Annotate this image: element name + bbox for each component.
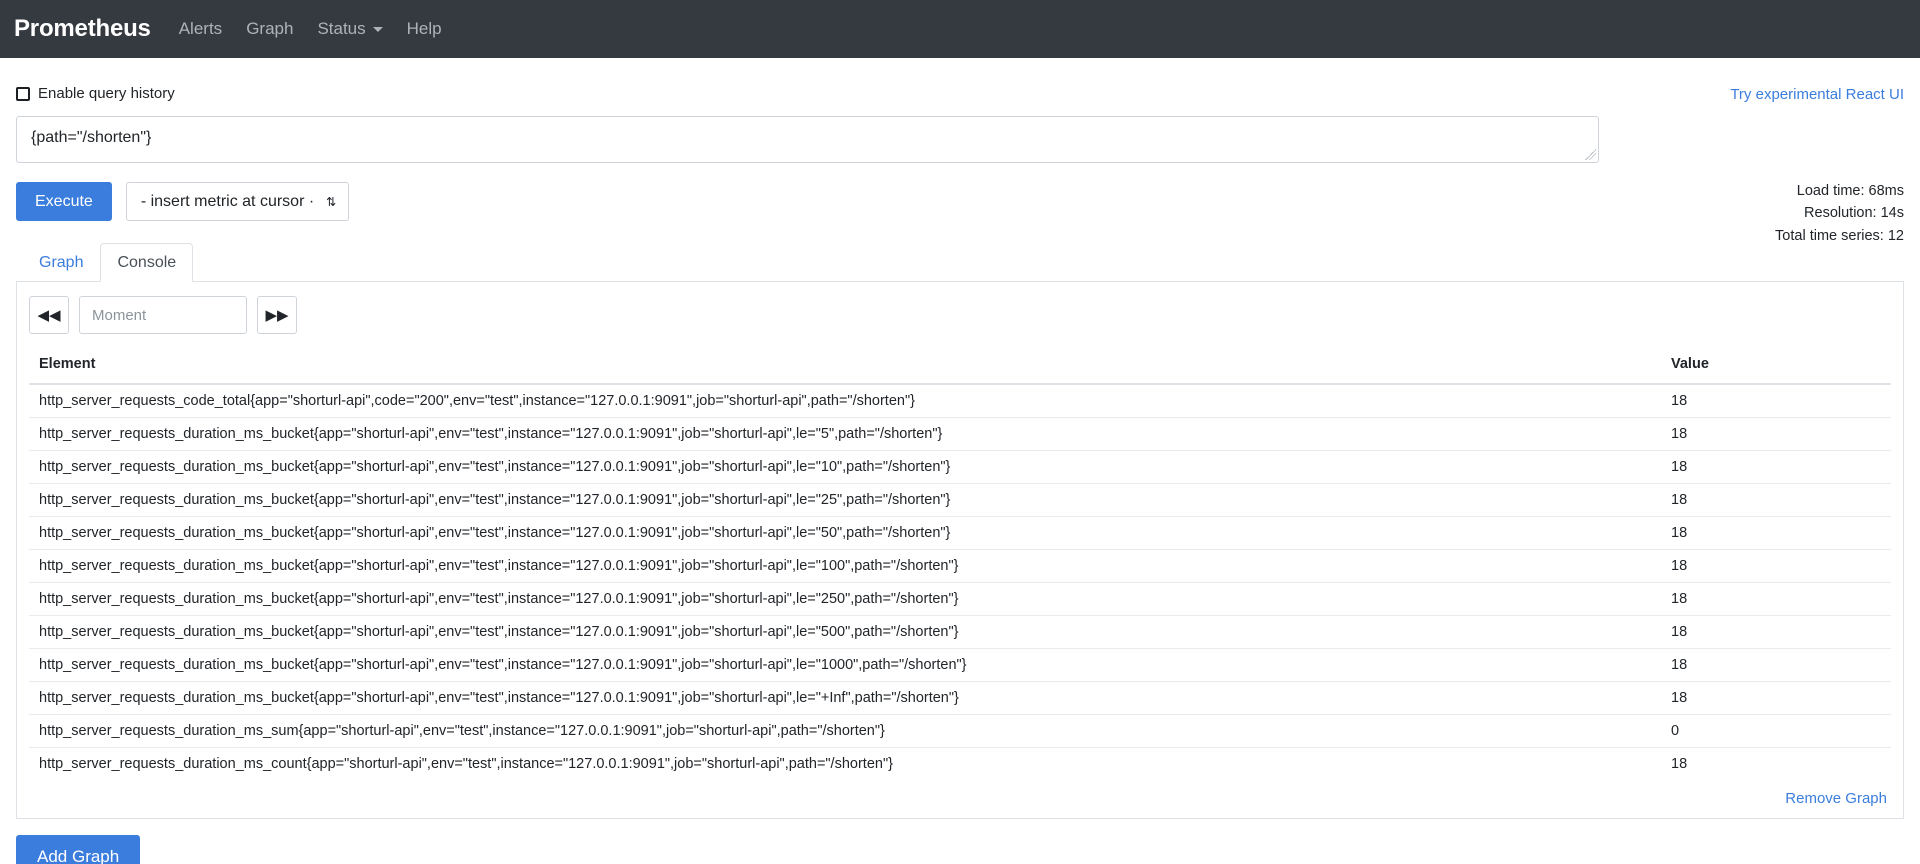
cell-value: 18 bbox=[1661, 484, 1891, 517]
nav-item-help-label: Help bbox=[407, 19, 442, 39]
insert-metric-select[interactable]: - insert metric at cursor · ⇅ bbox=[126, 182, 349, 221]
table-row: http_server_requests_duration_ms_bucket{… bbox=[29, 451, 1891, 484]
cell-element: http_server_requests_duration_ms_bucket{… bbox=[29, 550, 1661, 583]
add-graph-button[interactable]: Add Graph bbox=[16, 835, 140, 864]
nav-item-help[interactable]: Help bbox=[407, 19, 442, 39]
cell-element: http_server_requests_duration_ms_bucket{… bbox=[29, 517, 1661, 550]
navbar: Prometheus Alerts Graph Status Help bbox=[0, 0, 1920, 58]
cell-element: http_server_requests_duration_ms_bucket{… bbox=[29, 484, 1661, 517]
cell-value: 18 bbox=[1661, 451, 1891, 484]
brand-prometheus[interactable]: Prometheus bbox=[14, 15, 151, 43]
page-body: Enable query history Try experimental Re… bbox=[0, 58, 1920, 864]
remove-graph-row: Remove Graph bbox=[29, 780, 1891, 808]
resolution-text: Resolution: 14s bbox=[1775, 202, 1904, 224]
results-table-body: http_server_requests_code_total{app="sho… bbox=[29, 384, 1891, 780]
cell-value: 18 bbox=[1661, 517, 1891, 550]
tab-console[interactable]: Console bbox=[100, 243, 193, 282]
insert-metric-select-label: - insert metric at cursor · bbox=[141, 193, 314, 210]
top-controls-row: Enable query history Try experimental Re… bbox=[16, 58, 1904, 102]
enable-query-history-checkbox[interactable] bbox=[16, 87, 30, 101]
execute-row: Execute - insert metric at cursor · ⇅ bbox=[16, 182, 1904, 221]
chevron-down-icon bbox=[373, 27, 383, 32]
cell-value: 18 bbox=[1661, 550, 1891, 583]
cell-value: 0 bbox=[1661, 715, 1891, 748]
table-row: http_server_requests_duration_ms_bucket{… bbox=[29, 418, 1891, 451]
cell-value: 18 bbox=[1661, 616, 1891, 649]
nav-item-alerts[interactable]: Alerts bbox=[179, 19, 222, 39]
table-row: http_server_requests_duration_ms_bucket{… bbox=[29, 616, 1891, 649]
cell-element: http_server_requests_duration_ms_bucket{… bbox=[29, 616, 1661, 649]
results-header-row: Element Value bbox=[29, 352, 1891, 384]
table-row: http_server_requests_duration_ms_bucket{… bbox=[29, 484, 1891, 517]
nav-item-alerts-label: Alerts bbox=[179, 19, 222, 39]
nav-item-status[interactable]: Status bbox=[317, 19, 382, 39]
execute-button[interactable]: Execute bbox=[16, 182, 112, 221]
table-row: http_server_requests_duration_ms_bucket{… bbox=[29, 583, 1891, 616]
cell-element: http_server_requests_duration_ms_sum{app… bbox=[29, 715, 1661, 748]
cell-value: 18 bbox=[1661, 418, 1891, 451]
select-updown-icon: ⇅ bbox=[326, 196, 336, 208]
query-stats: Load time: 68ms Resolution: 14s Total ti… bbox=[1775, 180, 1904, 247]
cell-element: http_server_requests_duration_ms_bucket{… bbox=[29, 682, 1661, 715]
cell-value: 18 bbox=[1661, 583, 1891, 616]
remove-graph-link[interactable]: Remove Graph bbox=[1785, 790, 1887, 807]
step-forward-icon[interactable]: ▶▶ bbox=[257, 296, 297, 334]
enable-query-history-control[interactable]: Enable query history bbox=[16, 85, 175, 102]
cell-value: 18 bbox=[1661, 384, 1891, 418]
total-time-series-text: Total time series: 12 bbox=[1775, 225, 1904, 247]
nav-item-status-label: Status bbox=[317, 19, 365, 39]
load-time-text: Load time: 68ms bbox=[1775, 180, 1904, 202]
results-table: Element Value http_server_requests_code_… bbox=[29, 352, 1891, 780]
table-row: http_server_requests_duration_ms_bucket{… bbox=[29, 682, 1891, 715]
nav-item-graph-label: Graph bbox=[246, 19, 293, 39]
moment-input[interactable] bbox=[79, 296, 247, 334]
column-header-value: Value bbox=[1661, 352, 1891, 384]
table-row: http_server_requests_duration_ms_count{a… bbox=[29, 748, 1891, 781]
step-backward-icon[interactable]: ◀◀ bbox=[29, 296, 69, 334]
cell-element: http_server_requests_duration_ms_bucket{… bbox=[29, 583, 1661, 616]
table-row: http_server_requests_duration_ms_bucket{… bbox=[29, 517, 1891, 550]
results-table-head: Element Value bbox=[29, 352, 1891, 384]
table-row: http_server_requests_code_total{app="sho… bbox=[29, 384, 1891, 418]
table-row: http_server_requests_duration_ms_bucket{… bbox=[29, 649, 1891, 682]
tab-graph[interactable]: Graph bbox=[22, 243, 100, 282]
column-header-element: Element bbox=[29, 352, 1661, 384]
view-tabs: Graph Console bbox=[16, 243, 1904, 282]
cell-element: http_server_requests_duration_ms_bucket{… bbox=[29, 649, 1661, 682]
nav-item-graph[interactable]: Graph bbox=[246, 19, 293, 39]
cell-element: http_server_requests_duration_ms_bucket{… bbox=[29, 418, 1661, 451]
table-row: http_server_requests_duration_ms_sum{app… bbox=[29, 715, 1891, 748]
cell-value: 18 bbox=[1661, 748, 1891, 781]
cell-value: 18 bbox=[1661, 649, 1891, 682]
query-expression-input[interactable] bbox=[16, 116, 1599, 163]
table-row: http_server_requests_duration_ms_bucket{… bbox=[29, 550, 1891, 583]
console-panel: ◀◀ ▶▶ Element Value http_server_requests… bbox=[16, 282, 1904, 819]
try-react-ui-link[interactable]: Try experimental React UI bbox=[1730, 85, 1904, 102]
enable-query-history-label[interactable]: Enable query history bbox=[38, 85, 175, 102]
cell-value: 18 bbox=[1661, 682, 1891, 715]
cell-element: http_server_requests_duration_ms_count{a… bbox=[29, 748, 1661, 781]
cell-element: http_server_requests_code_total{app="sho… bbox=[29, 384, 1661, 418]
add-graph-row: Add Graph bbox=[16, 819, 1904, 864]
moment-toolbar: ◀◀ ▶▶ bbox=[29, 296, 1891, 334]
cell-element: http_server_requests_duration_ms_bucket{… bbox=[29, 451, 1661, 484]
